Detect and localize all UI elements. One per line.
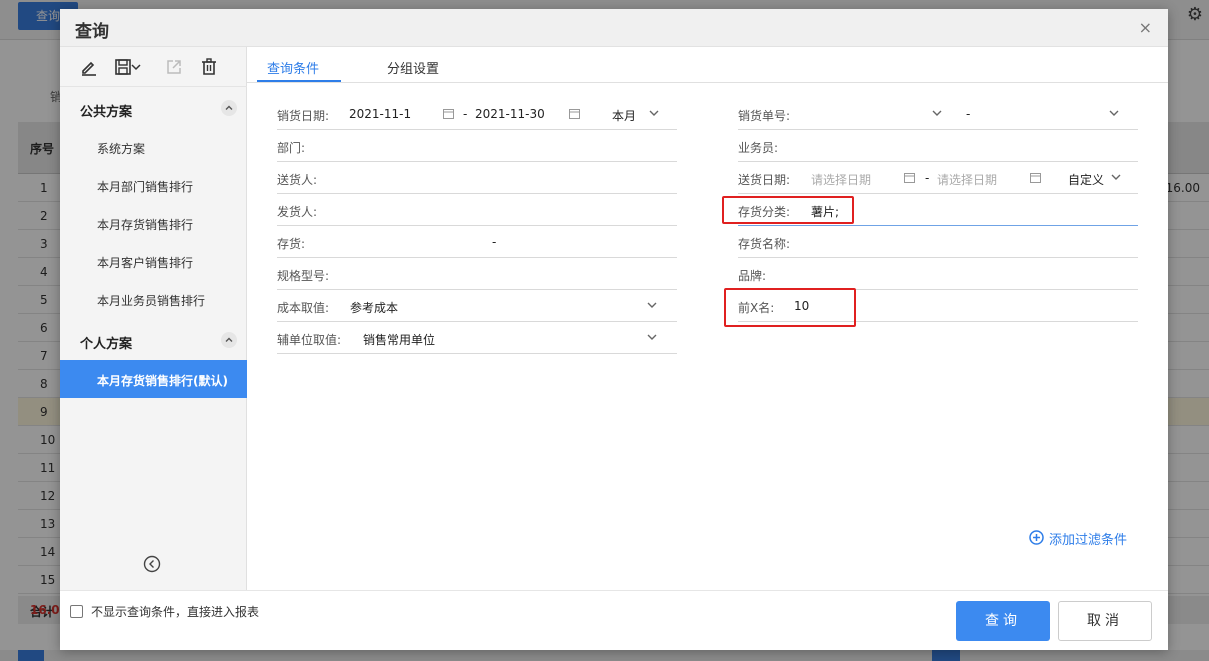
scheme-item[interactable]: 本月存货销售排行 <box>60 204 247 242</box>
calendar-icon[interactable] <box>569 108 580 119</box>
tab-group-settings[interactable]: 分组设置 <box>387 58 439 77</box>
edit-icon[interactable] <box>79 57 99 77</box>
scheme-toolbar <box>60 47 247 87</box>
chevron-down-icon[interactable] <box>649 110 659 117</box>
sale-date-range-select[interactable]: 本月 <box>612 107 636 124</box>
scheme-item-active[interactable]: 本月存货销售排行(默认) <box>60 360 247 398</box>
query-button[interactable]: 查询 <box>956 601 1050 641</box>
chevron-down-icon[interactable] <box>932 110 942 117</box>
collapse-left-icon[interactable] <box>143 555 161 573</box>
calendar-icon[interactable] <box>904 172 915 183</box>
scheme-item[interactable]: 本月客户销售排行 <box>60 242 247 280</box>
delivery-date-to[interactable]: 请选择日期 <box>937 171 997 188</box>
tab-bar: 查询条件 分组设置 <box>247 47 1168 83</box>
delivery-date-range-select[interactable]: 自定义 <box>1068 171 1104 188</box>
delivery-date-field: 送货日期: 请选择日期 - 请选择日期 自定义 <box>738 162 1138 194</box>
chevron-up-icon[interactable] <box>221 100 237 116</box>
spec-field[interactable]: 规格型号: <box>277 258 677 290</box>
sale-date-to[interactable]: 2021-11-30 <box>475 107 545 121</box>
skip-conditions-checkbox[interactable] <box>70 605 83 618</box>
chevron-down-icon[interactable] <box>647 302 657 309</box>
personal-scheme-section[interactable]: 个人方案 <box>60 321 247 359</box>
brand-field[interactable]: 品牌: <box>738 258 1138 290</box>
plus-circle-icon <box>1029 530 1044 545</box>
chevron-down-icon[interactable] <box>130 57 142 77</box>
dialog-title: 查询 <box>75 22 109 42</box>
chevron-up-icon[interactable] <box>221 332 237 348</box>
aux-unit-field[interactable]: 辅单位取值: 销售常用单位 <box>277 322 677 354</box>
deliverer-field[interactable]: 送货人: <box>277 162 677 194</box>
public-scheme-section[interactable]: 公共方案 <box>60 89 247 127</box>
salesperson-field[interactable]: 业务员: <box>738 130 1138 162</box>
query-dialog: 查询 × 公共方案 系统方案 本月部门销售排行 本月存货销售排行 本月客户销售排… <box>60 9 1168 650</box>
dialog-footer: 不显示查询条件，直接进入报表 查询 取消 <box>60 590 1168 650</box>
dialog-header: 查询 × <box>60 9 1168 47</box>
sale-date-field: 销货日期: 2021-11-1 - 2021-11-30 本月 <box>277 98 677 130</box>
chevron-down-icon[interactable] <box>1111 174 1121 181</box>
calendar-icon[interactable] <box>443 108 454 119</box>
cost-field[interactable]: 成本取值: 参考成本 <box>277 290 677 322</box>
tab-query-conditions[interactable]: 查询条件 <box>267 58 319 77</box>
highlight-box-top-x <box>724 288 856 327</box>
highlight-box-category <box>722 196 854 224</box>
chevron-down-icon[interactable] <box>647 334 657 341</box>
inventory-field[interactable]: 存货: - <box>277 226 677 258</box>
inventory-name-field[interactable]: 存货名称: <box>738 226 1138 258</box>
cancel-button[interactable]: 取消 <box>1058 601 1152 641</box>
tab-underline <box>257 80 341 82</box>
scheme-item[interactable]: 本月部门销售排行 <box>60 166 247 204</box>
sale-date-from[interactable]: 2021-11-1 <box>349 107 411 121</box>
scheme-item[interactable]: 本月业务员销售排行 <box>60 280 247 318</box>
calendar-icon[interactable] <box>1030 172 1041 183</box>
skip-conditions-label: 不显示查询条件，直接进入报表 <box>91 605 260 619</box>
share-icon <box>167 60 181 74</box>
sale-no-field: 销货单号: - <box>738 98 1138 130</box>
department-field[interactable]: 部门: <box>277 130 677 162</box>
delete-icon[interactable] <box>199 57 219 77</box>
delivery-date-from[interactable]: 请选择日期 <box>811 171 871 188</box>
shipper-field[interactable]: 发货人: <box>277 194 677 226</box>
chevron-down-icon[interactable] <box>1109 110 1119 117</box>
scheme-panel: 公共方案 系统方案 本月部门销售排行 本月存货销售排行 本月客户销售排行 本月业… <box>60 47 247 590</box>
close-icon[interactable]: × <box>1139 18 1152 37</box>
scheme-item[interactable]: 系统方案 <box>60 128 247 166</box>
